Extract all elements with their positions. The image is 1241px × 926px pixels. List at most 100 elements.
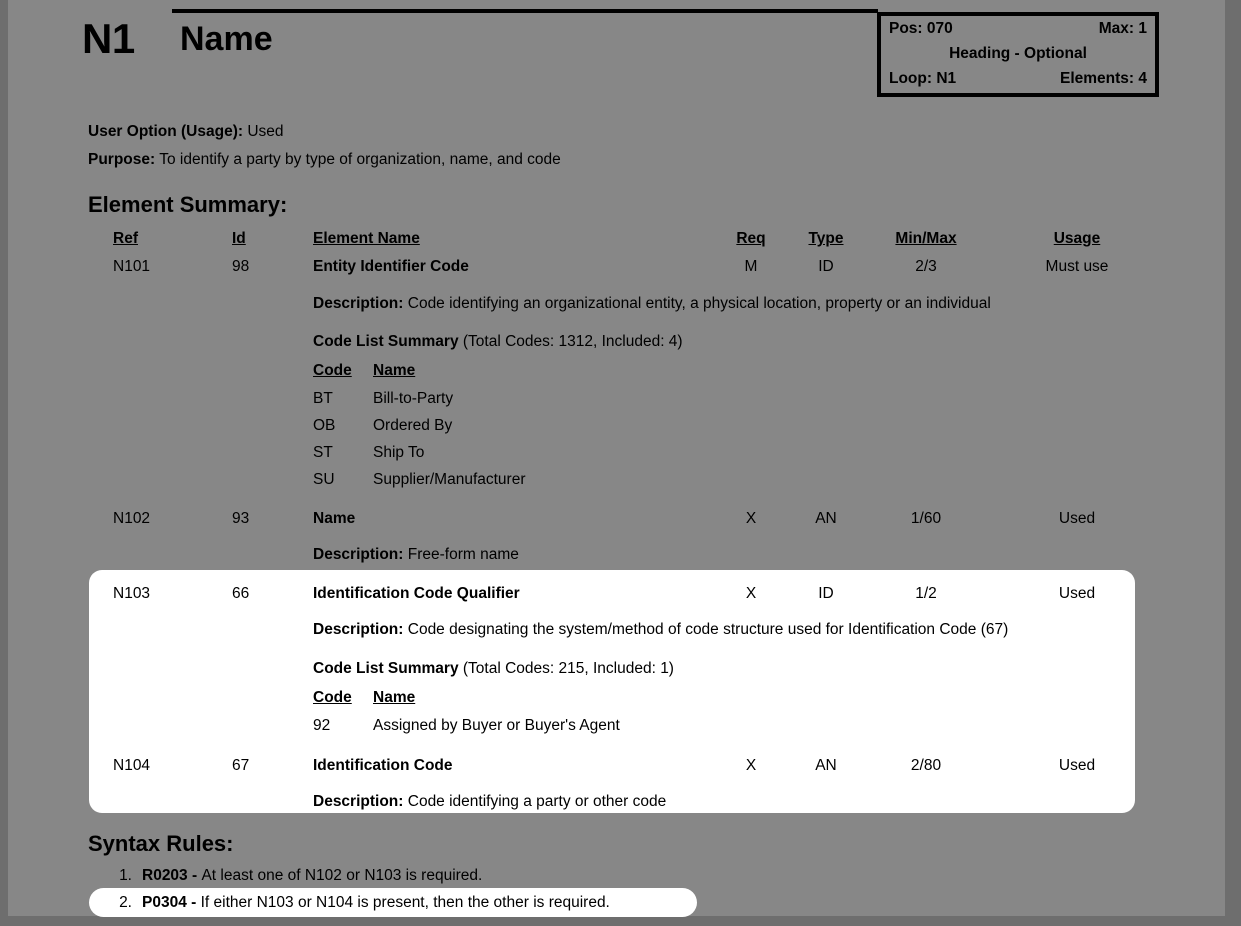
row-id: 93 [232,510,250,527]
code-list-summary-label: Code List Summary [313,660,459,677]
syntax-rule-text: P0304 - If either N103 or N104 is presen… [142,895,610,911]
row-type: ID [818,585,834,602]
column-header-id: Id [232,230,246,247]
column-header-type: Type [808,230,844,247]
column-header-usage: Usage [1053,230,1101,247]
syntax-rule-separator: - [186,894,201,911]
row-minmax: 1/60 [910,510,942,527]
description-label: Description: [313,295,404,312]
table-row[interactable]: N103 66 Identification Code Qualifier X … [8,583,1225,605]
row-usage: Must use [1045,258,1109,275]
code-column-header-code: Code [313,689,352,706]
info-max: Max: 1 [1098,20,1147,37]
description-label: Description: [313,793,404,810]
row-req: X [745,510,757,527]
row-type: AN [815,757,837,774]
user-option-value: Used [247,123,284,140]
info-elements: Elements: 4 [1059,70,1147,87]
row-ref: N104 [113,757,151,774]
row-description: Description: Code designating the system… [313,622,1008,638]
row-description: Description: Code identifying a party or… [313,794,666,810]
user-option-line: User Option (Usage): Used [88,124,284,140]
description-text: Code identifying an organizational entit… [407,295,991,312]
code-list-summary-label: Code List Summary [313,333,459,350]
viewport-left-edge [0,0,8,926]
row-req: X [745,757,757,774]
row-id: 66 [232,585,250,602]
row-id: 98 [232,258,250,275]
syntax-rule-code: R0203 [142,867,188,884]
segment-info-box: Pos: 070 Max: 1 Heading - Optional Loop:… [877,12,1159,97]
row-req: M [744,258,758,275]
code-column-header-name: Name [373,362,416,379]
row-id: 67 [232,757,250,774]
column-header-ref: Ref [113,230,138,247]
syntax-rule-number: 1. [119,867,132,884]
row-name: Entity Identifier Code [313,258,469,275]
syntax-rule-body: If either N103 or N104 is present, then … [200,894,610,911]
viewport-bottom-edge [0,916,1241,926]
code-name: Ordered By [373,417,453,434]
table-header-row: Ref Id Element Name Req Type Min/Max Usa… [8,228,1225,250]
syntax-rule-body: At least one of N102 or N103 is required… [201,867,483,884]
row-minmax: 1/2 [915,585,937,602]
row-ref: N101 [113,258,151,275]
syntax-rules-title: Syntax Rules: [88,831,234,856]
code-list-summary-counts: (Total Codes: 1312, Included: 4) [462,333,683,350]
description-label: Description: [313,546,404,563]
syntax-rule-text: R0203 - At least one of N102 or N103 is … [142,868,482,884]
info-row-area: Heading - Optional [881,41,1155,66]
description-text: Code designating the system/method of co… [407,621,1009,638]
syntax-rule-code: P0304 [142,894,187,911]
user-option-label: User Option (Usage): [88,123,244,140]
table-row[interactable]: N101 98 Entity Identifier Code M ID 2/3 … [8,256,1225,278]
row-name: Name [313,510,356,527]
row-type: ID [818,258,834,275]
row-name: Identification Code [313,757,453,774]
info-loop: Loop: N1 [889,70,957,87]
row-description: Description: Free-form name [313,547,519,563]
code-name: Ship To [373,444,425,461]
info-row-loop: Loop: N1 Elements: 4 [881,66,1155,91]
description-label: Description: [313,621,404,638]
syntax-rule-number: 2. [119,894,132,911]
row-type: AN [815,510,837,527]
code-name: Supplier/Manufacturer [373,471,526,488]
column-header-minmax: Min/Max [895,230,957,247]
syntax-rule-separator: - [187,867,202,884]
row-ref: N103 [113,585,151,602]
row-description: Description: Code identifying an organiz… [313,296,991,312]
table-row[interactable]: N102 93 Name X AN 1/60 Used [8,508,1225,530]
row-minmax: 2/80 [910,757,942,774]
segment-name: Name [180,20,273,58]
description-text: Code identifying a party or other code [407,793,667,810]
code-name: Assigned by Buyer or Buyer's Agent [373,717,620,734]
row-minmax: 2/3 [915,258,937,275]
table-row[interactable]: N104 67 Identification Code X AN 2/80 Us… [8,755,1225,777]
row-name: Identification Code Qualifier [313,585,520,602]
code-value: SU [313,471,335,488]
row-req: X [745,585,757,602]
purpose-value: To identify a party by type of organizat… [159,151,561,168]
row-usage: Used [1058,585,1096,602]
code-value: 92 [313,717,331,734]
purpose-label: Purpose: [88,151,156,168]
code-value: ST [313,444,333,461]
column-header-req: Req [736,230,766,247]
document-page: N1 Name Pos: 070 Max: 1 Heading - Option… [8,0,1225,917]
code-value: BT [313,390,333,407]
info-position: Pos: 070 [889,20,953,37]
code-column-header-code: Code [313,362,352,379]
purpose-line: Purpose: To identify a party by type of … [88,152,561,168]
info-area: Heading - Optional [949,45,1087,62]
code-value: OB [313,417,336,434]
code-list-summary-header: Code List Summary (Total Codes: 215, Inc… [313,661,674,677]
segment-code: N1 [82,15,135,62]
row-usage: Used [1058,757,1096,774]
description-text: Free-form name [407,546,519,563]
code-name: Bill-to-Party [373,390,454,407]
info-row-position: Pos: 070 Max: 1 [881,16,1155,41]
element-summary-title: Element Summary: [88,192,288,217]
code-list-summary-header: Code List Summary (Total Codes: 1312, In… [313,334,683,350]
code-list-summary-counts: (Total Codes: 215, Included: 1) [462,660,674,677]
